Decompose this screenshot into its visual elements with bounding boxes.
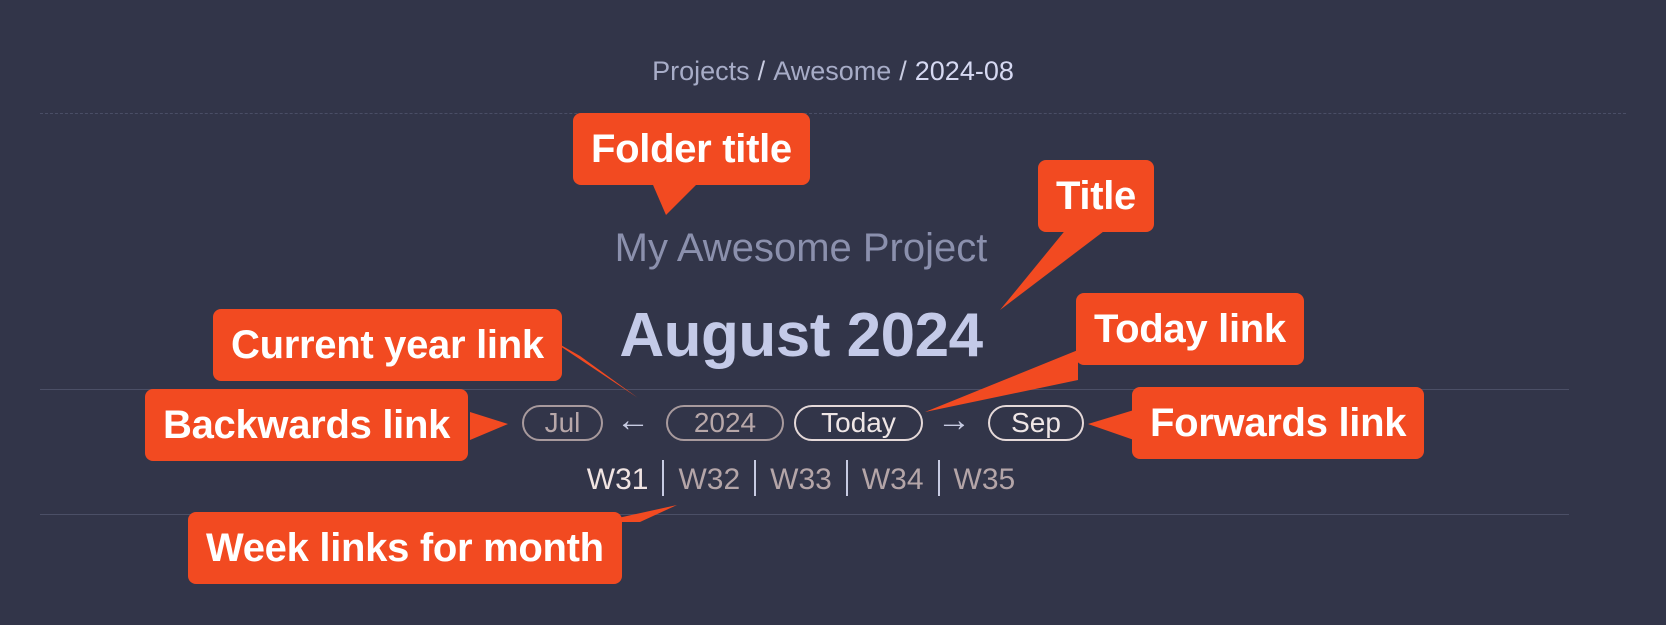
callout-backwards-link: Backwards link (145, 389, 469, 461)
callout-current-year-link: Current year link (213, 309, 562, 381)
pointer-backwards (470, 412, 508, 440)
pointer-forwards (1088, 410, 1134, 440)
callout-today-link: Today link (1076, 293, 1304, 365)
callout-folder-title: Folder title (573, 113, 810, 185)
callout-forwards-link: Forwards link (1132, 387, 1425, 459)
callout-title: Title (1038, 160, 1155, 232)
pointer-today (925, 350, 1078, 412)
callout-week-links: Week links for month (188, 512, 622, 584)
